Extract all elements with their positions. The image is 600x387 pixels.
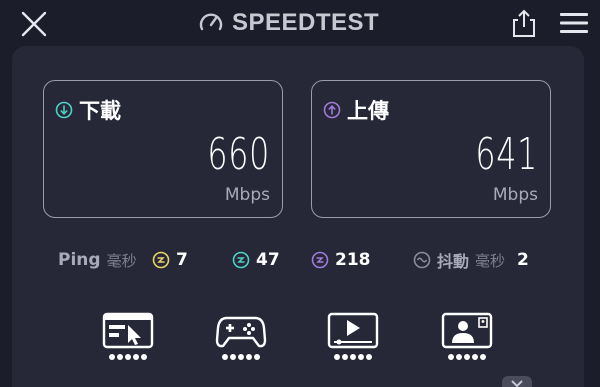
upload-ping: 218 bbox=[311, 246, 371, 274]
latency-row: Ping 毫秒 7 47 218 抖動 毫秒 2 bbox=[12, 246, 584, 274]
rating-dot bbox=[230, 354, 236, 360]
upload-header: 上傳 bbox=[323, 95, 389, 125]
download-speed-value: 660 bbox=[207, 129, 270, 180]
gaming-icon bbox=[215, 316, 267, 348]
rating-dot bbox=[350, 354, 356, 360]
video-call-icon bbox=[441, 312, 493, 349]
rating-dot bbox=[238, 354, 244, 360]
jitter: 抖動 毫秒 2 bbox=[413, 246, 529, 274]
download-header: 下載 bbox=[55, 95, 121, 125]
download-latency-icon bbox=[232, 251, 250, 269]
speedtest-screen: SPEEDTEST 下載 660 Mbps 上傳 641 Mbps Ping 毫… bbox=[0, 0, 600, 387]
rating-dot bbox=[222, 354, 228, 360]
jitter-unit-label: 毫秒 bbox=[475, 251, 506, 270]
upload-latency-icon bbox=[311, 251, 329, 269]
video-call-rating bbox=[439, 354, 495, 360]
app-title: SPEEDTEST bbox=[232, 9, 380, 36]
rating-dot bbox=[246, 354, 252, 360]
activity-browsing[interactable] bbox=[100, 312, 156, 370]
idle-latency-icon bbox=[152, 251, 170, 269]
idle-ping: 7 bbox=[152, 246, 188, 274]
jitter-label: 抖動 bbox=[437, 252, 470, 271]
browsing-rating bbox=[100, 354, 156, 360]
activity-video-call[interactable] bbox=[439, 312, 495, 370]
video-streaming-icon bbox=[327, 312, 379, 349]
upload-label: 上傳 bbox=[347, 99, 389, 123]
ping-unit-label: 毫秒 bbox=[106, 251, 137, 270]
rating-dot bbox=[125, 354, 131, 360]
download-unit: Mbps bbox=[224, 185, 270, 205]
download-arrow-icon bbox=[55, 101, 73, 119]
download-ping: 47 bbox=[232, 246, 280, 274]
rating-dot bbox=[358, 354, 364, 360]
ping-label: Ping bbox=[58, 250, 101, 270]
hamburger-menu-icon bbox=[560, 13, 588, 33]
chevron-down-icon bbox=[511, 380, 523, 387]
upload-arrow-icon bbox=[323, 101, 341, 119]
results-panel: 下載 660 Mbps 上傳 641 Mbps Ping 毫秒 7 47 218… bbox=[12, 46, 584, 387]
upload-speed-value: 641 bbox=[475, 129, 538, 180]
rating-dot bbox=[480, 354, 486, 360]
upload-ping-value: 218 bbox=[335, 250, 371, 270]
rating-dot bbox=[133, 354, 139, 360]
upload-card: 上傳 641 Mbps bbox=[311, 80, 551, 218]
rating-dot bbox=[456, 354, 462, 360]
close-icon bbox=[21, 11, 47, 37]
app-brand: SPEEDTEST bbox=[198, 6, 379, 40]
rating-dot bbox=[254, 354, 260, 360]
upload-unit: Mbps bbox=[492, 185, 538, 205]
rating-dot bbox=[141, 354, 147, 360]
menu-button[interactable] bbox=[559, 11, 589, 35]
jitter-value: 2 bbox=[517, 250, 529, 270]
rating-dot bbox=[109, 354, 115, 360]
rating-dot bbox=[334, 354, 340, 360]
share-button[interactable] bbox=[510, 8, 538, 38]
ping-label-group: Ping 毫秒 bbox=[58, 246, 137, 274]
rating-dot bbox=[117, 354, 123, 360]
rating-dot bbox=[464, 354, 470, 360]
activity-gaming[interactable] bbox=[213, 312, 269, 370]
app-header: SPEEDTEST bbox=[0, 0, 600, 46]
idle-ping-value: 7 bbox=[176, 250, 188, 270]
rating-dot bbox=[366, 354, 372, 360]
activity-ratings bbox=[12, 312, 584, 372]
download-ping-value: 47 bbox=[256, 250, 280, 270]
rating-dot bbox=[342, 354, 348, 360]
rating-dot bbox=[448, 354, 454, 360]
download-label: 下載 bbox=[79, 99, 121, 123]
speedometer-icon bbox=[199, 13, 223, 31]
activity-video-streaming[interactable] bbox=[325, 312, 381, 370]
browsing-icon bbox=[102, 312, 154, 349]
video-streaming-rating bbox=[325, 354, 381, 360]
expand-button[interactable] bbox=[502, 376, 532, 387]
rating-dot bbox=[472, 354, 478, 360]
download-card: 下載 660 Mbps bbox=[43, 80, 283, 218]
close-button[interactable] bbox=[20, 10, 48, 38]
share-icon bbox=[513, 9, 535, 37]
gaming-rating bbox=[213, 354, 269, 360]
jitter-icon bbox=[413, 251, 431, 269]
